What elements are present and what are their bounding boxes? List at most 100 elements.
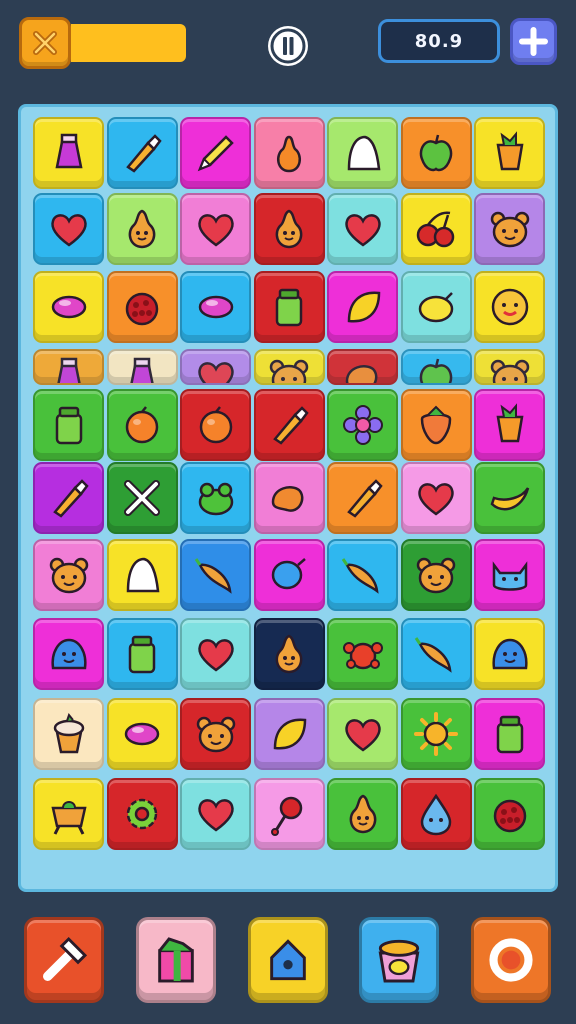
tile-bear[interactable] — [474, 349, 545, 385]
chili-icon — [341, 558, 379, 594]
tile-pencil[interactable] — [180, 117, 251, 189]
tile-blob[interactable] — [474, 618, 545, 690]
tile-bear[interactable] — [400, 539, 472, 611]
tile-gear[interactable] — [106, 778, 178, 850]
tile-bear[interactable] — [474, 193, 545, 265]
tile-blob[interactable] — [33, 618, 104, 690]
tile-brush[interactable] — [106, 117, 178, 189]
tile-leaf[interactable] — [327, 271, 398, 343]
tile-banana[interactable] — [474, 462, 545, 534]
tile-candy[interactable] — [33, 271, 104, 343]
tile-cross[interactable] — [106, 462, 178, 534]
tile-ghost[interactable] — [327, 117, 398, 189]
tile-carrot[interactable] — [474, 117, 545, 189]
heart-icon — [197, 214, 234, 247]
tile-cupcake[interactable] — [33, 698, 104, 770]
pause-icon — [270, 28, 306, 64]
tile-pear-face[interactable] — [253, 193, 325, 265]
tile-jar[interactable] — [474, 698, 545, 770]
tile-heart[interactable] — [180, 349, 251, 385]
bottle-icon — [130, 357, 154, 383]
birdhouse-button[interactable] — [248, 917, 328, 1003]
tile-pear-face[interactable] — [106, 193, 178, 265]
booster-toolbar — [0, 900, 576, 1024]
tile-bean[interactable] — [253, 462, 325, 534]
tile-jar[interactable] — [253, 271, 325, 343]
tile-bear[interactable] — [33, 539, 104, 611]
house-icon — [270, 939, 306, 981]
tile-pot[interactable] — [33, 778, 104, 850]
hammer-icon — [43, 936, 88, 981]
tile-bottle[interactable] — [106, 349, 178, 385]
brush-icon — [346, 479, 383, 518]
tile-frog[interactable] — [180, 462, 251, 534]
tile-leaf[interactable] — [253, 698, 325, 770]
tile-orange[interactable] — [106, 389, 178, 461]
tile-lollipop[interactable] — [253, 778, 325, 850]
tile-heart[interactable] — [33, 193, 104, 265]
tile-strawberry[interactable] — [400, 389, 472, 461]
ghost-icon — [347, 135, 380, 171]
chili-icon — [194, 558, 232, 594]
tile-bottle[interactable] — [33, 117, 104, 189]
brush-icon — [273, 406, 309, 445]
tile-chili[interactable] — [327, 539, 398, 611]
tile-pear-face[interactable] — [253, 618, 325, 690]
tile-heart[interactable] — [400, 462, 472, 534]
tile-sun[interactable] — [400, 698, 472, 770]
tile-chili[interactable] — [180, 539, 251, 611]
tile-jar[interactable] — [33, 389, 104, 461]
tile-bean[interactable] — [327, 349, 398, 385]
tile-lemon[interactable] — [400, 271, 472, 343]
ring-button[interactable] — [471, 917, 551, 1003]
tile-orange[interactable] — [180, 389, 251, 461]
strawberry-icon — [420, 405, 452, 445]
tile-apple[interactable] — [400, 349, 472, 385]
tile-candy[interactable] — [106, 698, 178, 770]
tile-berry[interactable] — [106, 271, 178, 343]
tile-cherry[interactable] — [400, 193, 472, 265]
gift-box-button[interactable] — [136, 917, 216, 1003]
tile-chili[interactable] — [400, 618, 472, 690]
tile-sun-face[interactable] — [474, 271, 545, 343]
tile-jar[interactable] — [106, 618, 178, 690]
frog-icon — [198, 482, 233, 516]
tile-bottle[interactable] — [33, 349, 104, 385]
bean-icon — [345, 365, 377, 383]
bottle-icon — [54, 133, 83, 169]
apple-icon — [419, 134, 453, 172]
tile-carrot[interactable] — [474, 389, 545, 461]
tile-pear-face[interactable] — [327, 778, 398, 850]
tile-bear[interactable] — [180, 698, 251, 770]
tile-brush[interactable] — [327, 462, 398, 534]
pause-button[interactable] — [268, 26, 308, 66]
tile-heart[interactable] — [180, 618, 251, 690]
tile-heart[interactable] — [327, 698, 398, 770]
tile-crab[interactable] — [327, 618, 398, 690]
tile-brush[interactable] — [253, 389, 325, 461]
tile-cat[interactable] — [474, 539, 545, 611]
cat-icon — [492, 561, 527, 591]
tile-flower[interactable] — [327, 389, 398, 461]
tile-pear[interactable] — [253, 117, 325, 189]
tile-balloon[interactable] — [253, 539, 325, 611]
tile-ghost[interactable] — [106, 539, 178, 611]
bear-icon — [490, 211, 529, 248]
tile-candy[interactable] — [180, 271, 251, 343]
tile-brush[interactable] — [33, 462, 104, 534]
hammer-button[interactable] — [24, 917, 104, 1003]
close-button[interactable] — [19, 17, 71, 69]
bucket-button[interactable] — [359, 917, 439, 1003]
heart-icon — [197, 362, 234, 383]
tile-drop[interactable] — [400, 778, 472, 850]
score-value: 80.9 — [414, 30, 464, 52]
tile-berry[interactable] — [474, 778, 545, 850]
tile-apple[interactable] — [400, 117, 472, 189]
tile-heart[interactable] — [327, 193, 398, 265]
tile-heart[interactable] — [180, 778, 251, 850]
tile-heart[interactable] — [180, 193, 251, 265]
banana-icon — [490, 487, 529, 511]
tile-bear[interactable] — [253, 349, 325, 385]
heart-icon — [197, 639, 234, 672]
add-button[interactable] — [510, 18, 557, 65]
